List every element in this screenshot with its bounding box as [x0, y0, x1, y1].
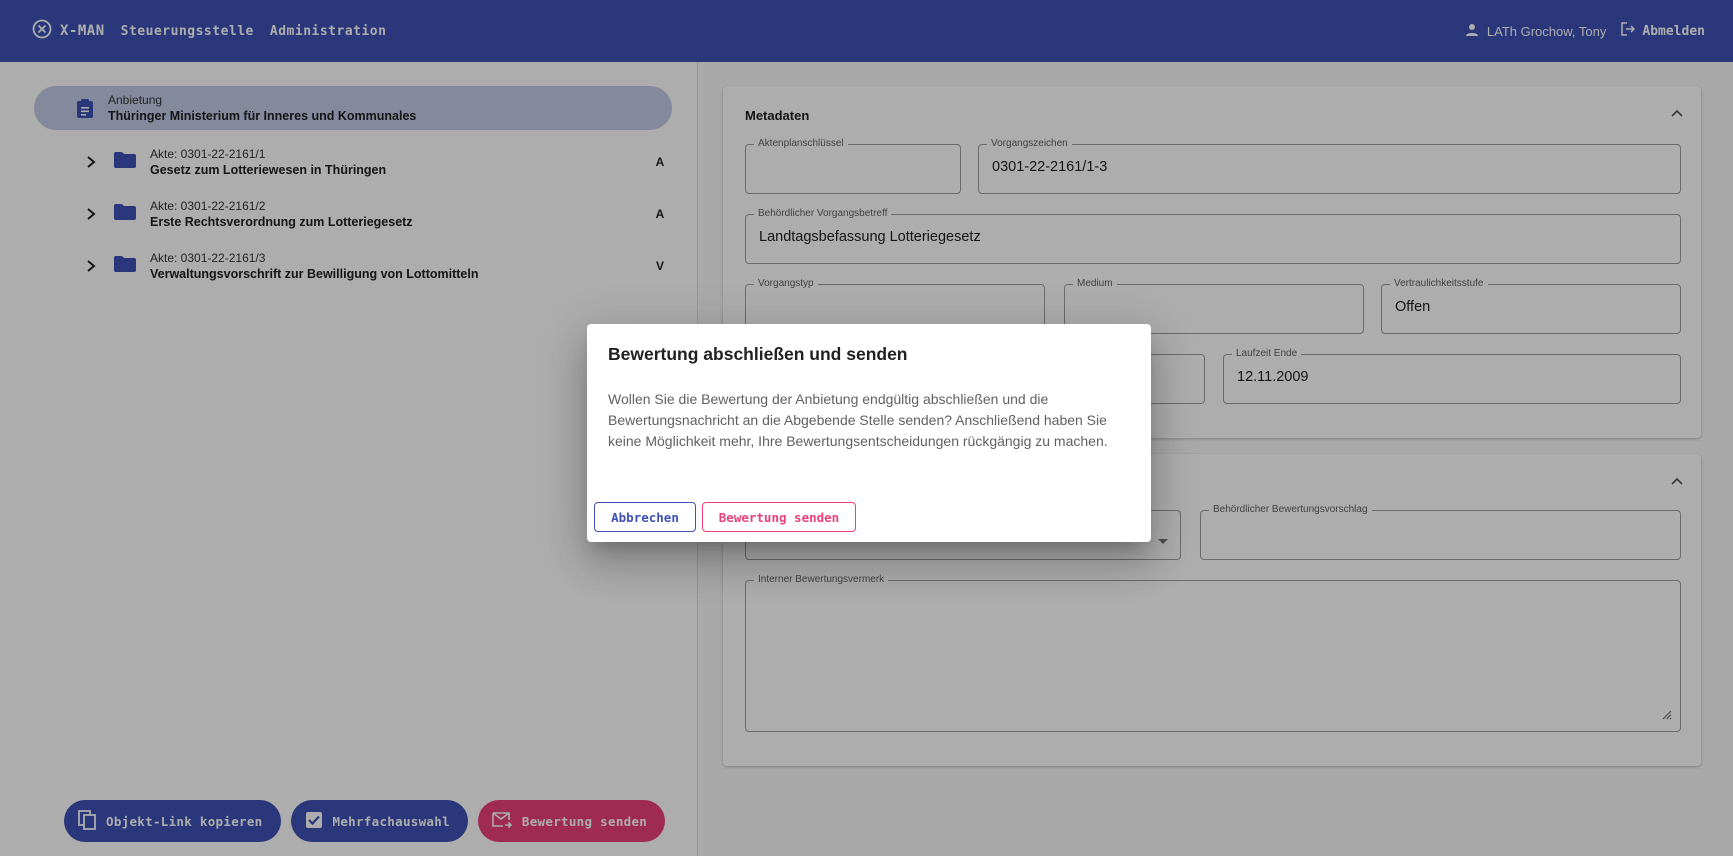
cancel-button[interactable]: Abbrechen	[594, 502, 696, 532]
confirm-send-button[interactable]: Bewertung senden	[702, 502, 856, 532]
dialog-message: Wollen Sie die Bewertung der Anbietung e…	[608, 391, 1108, 449]
dialog-title: Bewertung abschließen und senden	[608, 344, 908, 364]
confirm-dialog: Bewertung abschließen und senden Wollen …	[587, 324, 1151, 542]
